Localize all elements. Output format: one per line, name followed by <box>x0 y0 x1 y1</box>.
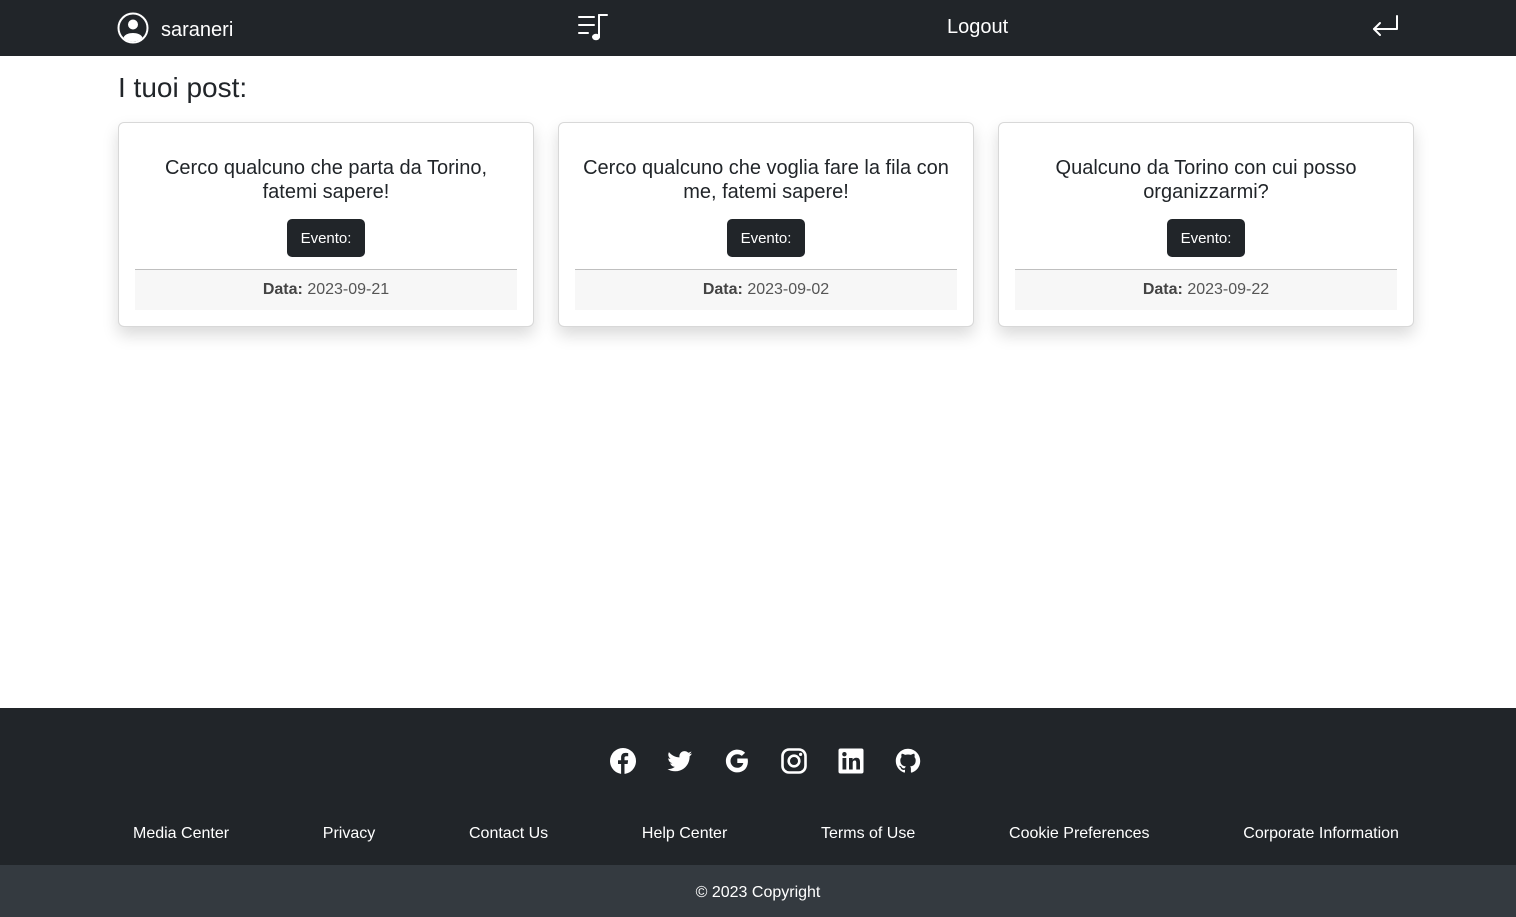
post-card: Cerco qualcuno che parta da Torino, fate… <box>118 122 534 327</box>
user-circle-icon <box>117 12 149 49</box>
music-playlist-icon[interactable] <box>577 12 611 44</box>
post-title: Cerco qualcuno che voglia fare la fila c… <box>583 157 949 203</box>
date-label: Data: <box>702 281 743 298</box>
event-button[interactable]: Evento: <box>287 219 365 257</box>
linkedin-icon[interactable] <box>837 747 865 775</box>
top-navbar: saraneri Logout <box>0 0 1516 56</box>
github-icon[interactable] <box>894 747 922 775</box>
username: saraneri <box>161 19 234 41</box>
user-profile-link[interactable]: saraneri <box>117 12 233 49</box>
site-footer: Media Center Privacy Contact Us Help Cen… <box>0 708 1516 865</box>
post-date: Data: 2023-09-21 <box>135 269 517 310</box>
instagram-icon[interactable] <box>780 747 808 775</box>
twitter-icon[interactable] <box>666 747 694 775</box>
date-label: Data: <box>1142 281 1183 298</box>
event-button[interactable]: Evento: <box>727 219 805 257</box>
page-title: I tuoi post: <box>118 72 248 103</box>
event-button[interactable]: Evento: <box>1167 219 1245 257</box>
date-label: Data: <box>262 281 303 298</box>
date-value: 2023-09-22 <box>1187 281 1270 298</box>
return-arrow-icon[interactable] <box>1369 13 1401 41</box>
post-date: Data: 2023-09-02 <box>575 269 957 310</box>
facebook-icon[interactable] <box>609 747 637 775</box>
post-card: Qualcuno da Torino con cui posso organiz… <box>998 122 1414 327</box>
date-value: 2023-09-21 <box>307 281 390 298</box>
footer-link-contact-us[interactable]: Contact Us <box>454 825 563 843</box>
footer-link-privacy[interactable]: Privacy <box>308 825 390 843</box>
date-value: 2023-09-02 <box>747 281 830 298</box>
google-icon[interactable] <box>723 747 751 775</box>
footer-link-help-center[interactable]: Help Center <box>627 825 742 843</box>
post-card: Cerco qualcuno che voglia fare la fila c… <box>558 122 974 327</box>
footer-link-cookie-preferences[interactable]: Cookie Preferences <box>994 825 1165 843</box>
post-date: Data: 2023-09-22 <box>1015 269 1397 310</box>
social-links <box>609 747 951 775</box>
post-title: Qualcuno da Torino con cui posso organiz… <box>1055 157 1357 203</box>
footer-link-corporate-information[interactable]: Corporate Information <box>1228 825 1414 843</box>
footer-link-media-center[interactable]: Media Center <box>118 825 244 843</box>
posts-list: Cerco qualcuno che parta da Torino, fate… <box>118 122 1414 327</box>
logout-link[interactable]: Logout <box>947 16 1008 39</box>
footer-link-terms-of-use[interactable]: Terms of Use <box>806 825 930 843</box>
copyright-text: © 2023 Copyright <box>0 865 1516 917</box>
footer-links: Media Center Privacy Contact Us Help Cen… <box>118 825 1414 843</box>
post-title: Cerco qualcuno che parta da Torino, fate… <box>164 157 488 203</box>
